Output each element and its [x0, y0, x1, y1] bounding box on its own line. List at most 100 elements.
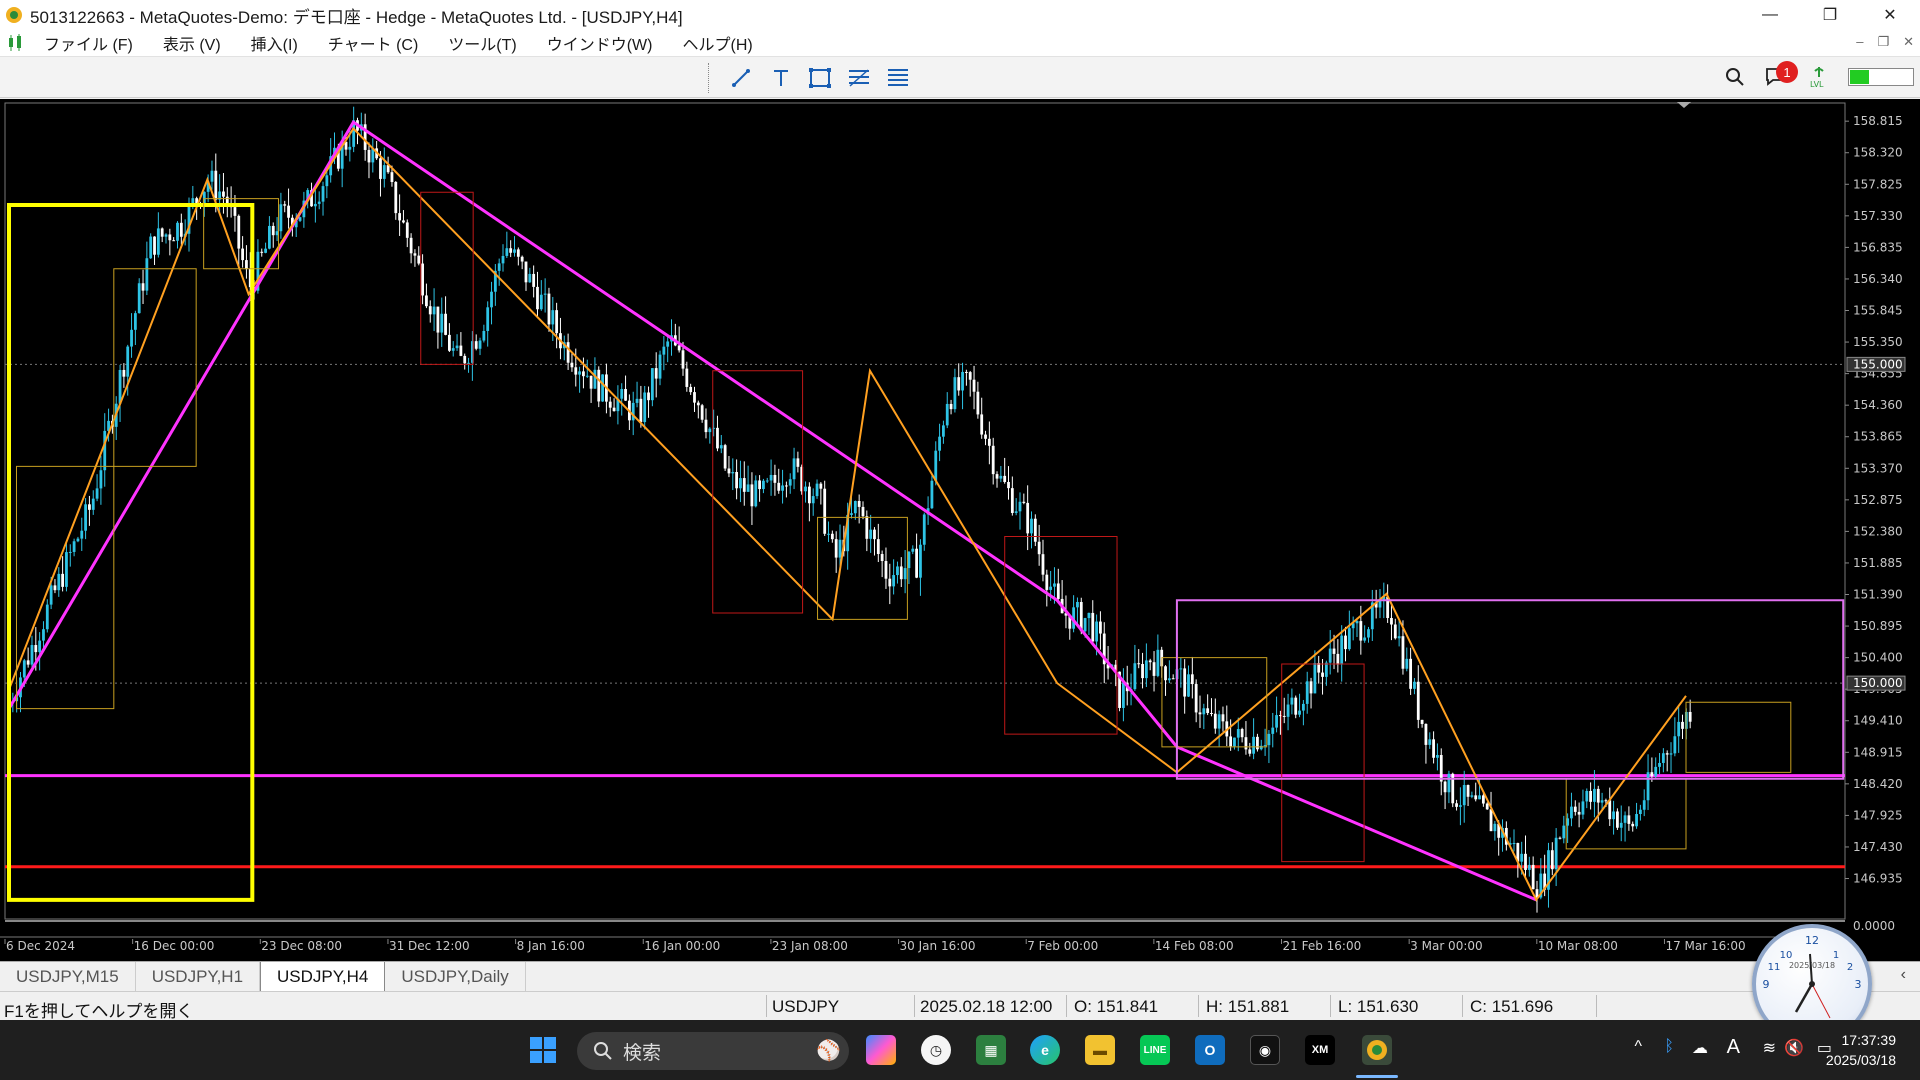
clock-app-icon[interactable]: ◷ [921, 1035, 951, 1065]
text-icon[interactable] [768, 66, 794, 90]
tab-usdjpy-h1[interactable]: USDJPY,H1 [136, 962, 261, 992]
tab-usdjpy-h4[interactable]: USDJPY,H4 [260, 962, 386, 992]
metatrader-taskbar-icon[interactable] [1362, 1035, 1392, 1065]
candle-body [980, 414, 984, 435]
candle-body [1558, 837, 1562, 839]
candle-body [1240, 729, 1244, 738]
maximize-button[interactable]: ❐ [1800, 0, 1860, 30]
onedrive-cloud-icon[interactable]: ☁ [1692, 1038, 1708, 1058]
candle-body [1267, 733, 1271, 746]
bulb-app-icon[interactable]: ◉ [1250, 1035, 1280, 1065]
candle-body [394, 181, 398, 214]
candle-body [42, 629, 45, 641]
candle-body [807, 486, 811, 504]
candle-body [804, 486, 807, 492]
bluetooth-icon[interactable]: ᛒ [1664, 1038, 1674, 1056]
chart-menu-icon[interactable] [6, 34, 28, 52]
candle-body [283, 204, 287, 206]
windows-start-icon[interactable] [528, 1035, 558, 1065]
toolbar-grip[interactable] [708, 63, 710, 93]
candle-body [1133, 663, 1137, 690]
candle-body [84, 504, 87, 531]
menu-insert[interactable]: 挿入(I) [251, 31, 298, 55]
mdi-minimize-button[interactable]: – [1856, 34, 1863, 50]
candle-body [739, 478, 742, 489]
xm-trading-icon[interactable]: XM [1305, 1035, 1335, 1065]
menu-chart[interactable]: チャート (C) [328, 31, 419, 55]
candle-body [539, 294, 543, 310]
menu-tools[interactable]: ツール(T) [448, 31, 516, 55]
box-red [712, 370, 804, 614]
rectangle-icon[interactable] [807, 66, 833, 90]
trendline-icon[interactable] [728, 66, 754, 90]
taskbar-search[interactable]: 検索 ⚾ [577, 1032, 849, 1070]
candle-body [735, 472, 739, 489]
candle-body [873, 529, 876, 540]
candle-body [1550, 850, 1554, 870]
lvl-signal-icon[interactable]: LVL [1808, 65, 1830, 89]
candle-body [1167, 678, 1171, 681]
candle-body [585, 375, 589, 377]
candle-body [693, 392, 696, 403]
fibonacci-icon[interactable] [846, 66, 872, 90]
notifications-button[interactable]: 1 [1764, 61, 1798, 89]
line-app-icon[interactable]: LINE [1140, 1035, 1170, 1065]
candle-body [436, 306, 440, 333]
candle-body [176, 222, 179, 241]
candle-body [1121, 682, 1125, 708]
menu-window[interactable]: ウインドウ(W) [547, 31, 653, 55]
taskbar-date: 2025/03/18 [1825, 1052, 1896, 1068]
candle-body [1669, 753, 1673, 755]
tray-overflow-chevron-icon[interactable]: ^ [1634, 1038, 1642, 1056]
taskbar-clock[interactable]: 17:37:39 2025/03/18 [1826, 1030, 1896, 1070]
zigzag-orange [8, 126, 1687, 902]
wifi-icon[interactable]: ≋ [1763, 1038, 1776, 1058]
candle-body [513, 249, 516, 253]
menu-view[interactable]: 表示 (V) [163, 31, 221, 55]
search-icon[interactable] [1724, 66, 1746, 88]
candle-body [850, 513, 853, 515]
close-button[interactable]: ✕ [1860, 0, 1920, 30]
candle-body [593, 369, 597, 389]
store-icon[interactable]: ▦ [976, 1035, 1006, 1065]
candle-body [49, 585, 53, 605]
mdi-close-button[interactable]: ✕ [1903, 34, 1914, 50]
mdi-restore-button[interactable]: ❐ [1877, 34, 1889, 50]
candle-body [222, 191, 225, 197]
menu-help[interactable]: ヘルプ(H) [682, 31, 752, 55]
menu-file[interactable]: ファイル (F) [44, 31, 133, 55]
copilot-icon[interactable] [866, 1035, 896, 1065]
candle-body [1275, 715, 1278, 728]
candle-body [141, 283, 145, 291]
candle-body [1570, 806, 1573, 819]
svg-text:2: 2 [1847, 962, 1853, 973]
candle-body [765, 480, 769, 482]
candle-body [348, 146, 352, 150]
status-bar: F1を押してヘルプを開く USDJPY 2025.02.18 12:00 O: … [0, 991, 1920, 1021]
candle-body [899, 566, 903, 580]
tabs-scroll-arrow[interactable]: ‹ [1901, 966, 1906, 984]
price-chart[interactable]: 158.815 158.320 157.825 157.330 156.835 156.3… [0, 99, 1920, 961]
candle-body [45, 604, 49, 630]
minimize-button[interactable]: — [1740, 0, 1800, 30]
volume-muted-icon[interactable]: 🔇 [1784, 1038, 1804, 1058]
tab-usdjpy-m15[interactable]: USDJPY,M15 [0, 962, 136, 992]
outlook-icon[interactable]: O [1195, 1035, 1225, 1065]
candle-body [589, 375, 593, 389]
candle-body [1144, 660, 1148, 679]
file-explorer-icon[interactable]: ▬ [1085, 1035, 1115, 1065]
chart-window[interactable]: 158.815 158.320 157.825 157.330 156.835 156.3… [0, 99, 1920, 961]
candle-body [1520, 853, 1524, 862]
candle-body [1164, 666, 1167, 681]
tab-usdjpy-daily[interactable]: USDJPY,Daily [385, 962, 526, 992]
candle-body [964, 371, 968, 373]
candle-body [612, 407, 616, 412]
chart-tabs: USDJPY,M15 USDJPY,H1 USDJPY,H4 USDJPY,Da… [0, 961, 1920, 992]
candle-body [1033, 518, 1037, 542]
candle-body [1305, 681, 1309, 704]
y-tick-label: 147.925 [1853, 808, 1903, 822]
candle-body [654, 368, 658, 379]
channel-icon[interactable] [885, 66, 911, 90]
ime-indicator-icon[interactable]: A [1727, 1036, 1740, 1059]
edge-browser-icon[interactable]: e [1030, 1035, 1060, 1065]
